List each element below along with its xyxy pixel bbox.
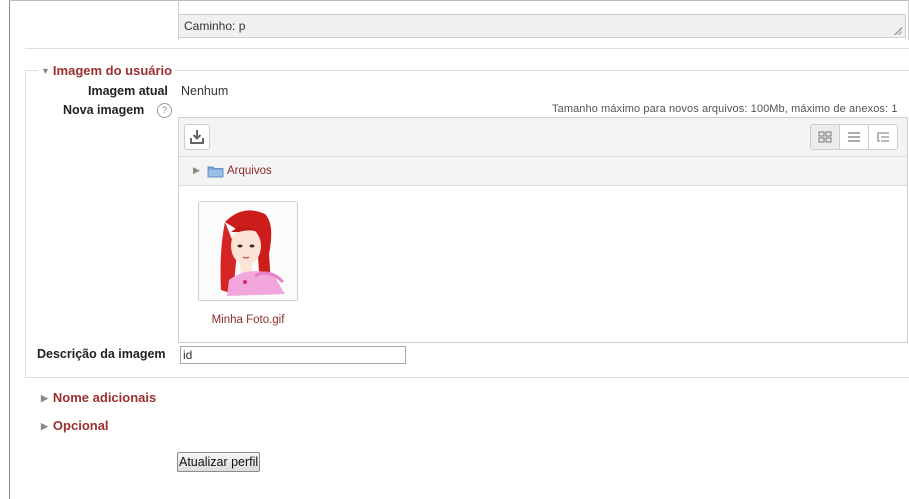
file-picker-breadcrumb: ▶ Arquivos	[179, 157, 907, 186]
optional-section-toggle[interactable]: ▶ Opcional	[41, 418, 109, 433]
collapsed-triangle-icon: ▶	[41, 421, 48, 431]
new-image-label: Nova imagem	[63, 103, 145, 117]
folder-icon	[207, 166, 224, 178]
image-description-label: Descrição da imagem	[37, 347, 166, 361]
current-image-value: Nenhum	[181, 84, 229, 98]
additional-names-section-title: Nome adicionais	[52, 390, 157, 405]
collapsed-triangle-icon: ▶	[193, 165, 200, 175]
expanded-triangle-icon: ▼	[41, 66, 50, 76]
editor-path-text: Caminho: p	[184, 19, 246, 33]
help-icon[interactable]: ?	[157, 103, 172, 118]
max-file-size-note: Tamanho máximo para novos arquivos: 100M…	[552, 103, 898, 115]
view-mode-buttons	[810, 124, 898, 150]
grid-view-icon	[818, 131, 832, 143]
user-image-section-title: Imagem do usuário	[52, 63, 173, 78]
file-picker-toolbar	[179, 118, 907, 157]
resize-grip-icon[interactable]	[892, 25, 902, 35]
current-image-label: Imagem atual	[88, 84, 168, 98]
download-button[interactable]	[184, 124, 210, 150]
section-divider	[25, 48, 909, 49]
additional-names-section-toggle[interactable]: ▶ Nome adicionais	[41, 390, 156, 405]
editor-path-bar: Caminho: p	[178, 14, 906, 38]
file-picker: ▶ Arquivos Minha Foto.gif	[178, 117, 908, 343]
update-profile-button[interactable]: Atualizar perfil	[177, 452, 261, 472]
download-icon	[190, 130, 204, 144]
breadcrumb-folder-link[interactable]: Arquivos	[227, 165, 272, 177]
page-frame-left-border	[9, 0, 10, 499]
profile-picture-image	[199, 202, 297, 300]
collapsed-triangle-icon: ▶	[41, 393, 48, 403]
grid-view-button[interactable]	[811, 125, 840, 149]
optional-section-title: Opcional	[52, 418, 109, 433]
list-view-icon	[848, 132, 860, 142]
user-image-section-toggle[interactable]: ▼ Imagem do usuário	[38, 63, 176, 78]
file-name-link[interactable]: Minha Foto.gif	[189, 314, 307, 326]
file-thumbnail[interactable]	[198, 201, 298, 301]
list-view-button[interactable]	[840, 125, 869, 149]
tree-view-button[interactable]	[869, 125, 897, 149]
image-description-input[interactable]	[180, 346, 406, 364]
tree-view-icon	[877, 132, 889, 142]
